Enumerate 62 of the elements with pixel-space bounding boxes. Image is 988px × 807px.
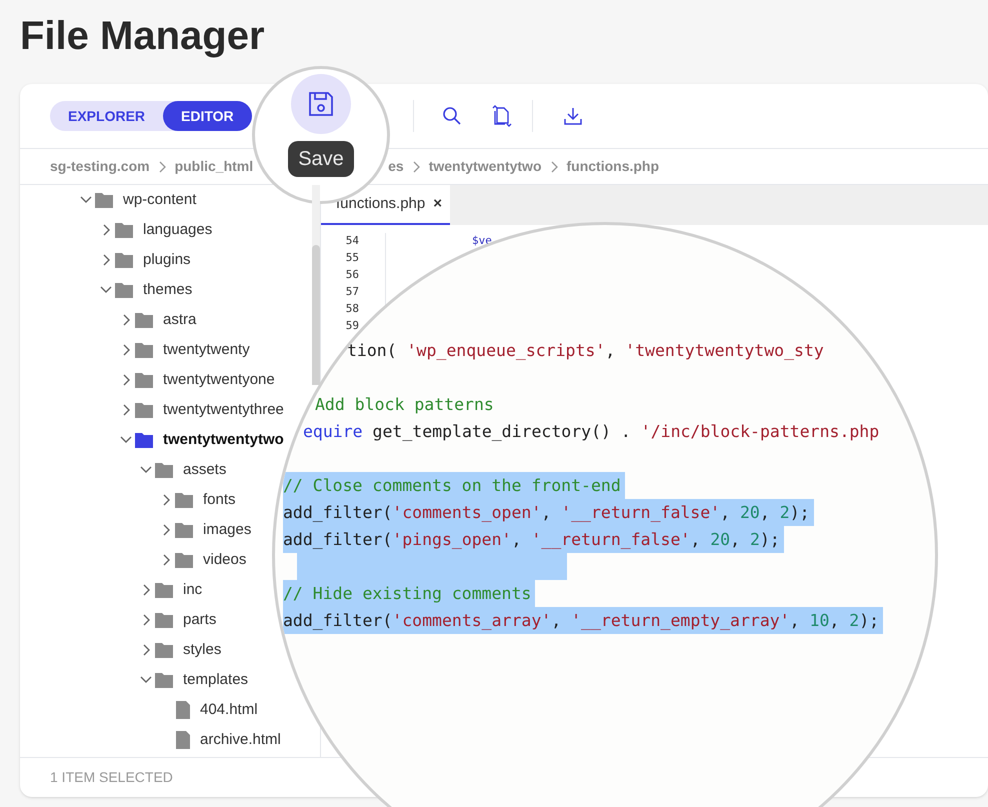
line-number: 57 bbox=[344, 284, 359, 300]
folder-icon bbox=[135, 342, 153, 358]
tree-item[interactable]: languages bbox=[20, 215, 212, 245]
tree-item[interactable]: images bbox=[20, 515, 252, 545]
folder-icon bbox=[155, 612, 173, 628]
folder-icon bbox=[175, 552, 193, 568]
scrollbar[interactable] bbox=[312, 185, 320, 385]
tree-item[interactable]: styles bbox=[20, 635, 222, 665]
download-icon bbox=[562, 106, 583, 126]
line-number: 54 bbox=[344, 233, 359, 250]
tree-item[interactable]: templates bbox=[20, 665, 248, 695]
line-number: 55 bbox=[344, 250, 359, 266]
folder-icon bbox=[155, 672, 173, 688]
code-line: Add block patterns bbox=[315, 394, 494, 416]
document-arrows-icon bbox=[492, 105, 512, 127]
folder-icon bbox=[155, 582, 173, 598]
tree-item[interactable]: plugins bbox=[20, 245, 191, 275]
save-button[interactable] bbox=[291, 74, 351, 134]
tree-item[interactable]: videos bbox=[20, 545, 246, 575]
line-number: 56 bbox=[344, 267, 359, 284]
file-icon bbox=[176, 701, 190, 719]
folder-icon bbox=[135, 372, 153, 388]
code-line: tion( 'wp_enqueue_scripts', 'twentytwentytwo_sty bbox=[347, 340, 824, 362]
tree-item[interactable]: inc bbox=[20, 575, 202, 605]
tree-item[interactable]: twentytwentythree bbox=[20, 395, 284, 425]
folder-icon bbox=[115, 252, 133, 268]
tree-item[interactable]: wp-content bbox=[20, 185, 196, 215]
tree-item[interactable]: twentytwentytwo bbox=[20, 425, 284, 455]
chevron-right-icon bbox=[412, 160, 421, 172]
close-button[interactable]: × bbox=[433, 192, 442, 216]
chevron-right-icon bbox=[158, 160, 167, 172]
folder-icon bbox=[155, 462, 173, 478]
folder-icon bbox=[95, 192, 113, 208]
folder-icon bbox=[135, 432, 153, 448]
folder-icon bbox=[135, 402, 153, 418]
chevron-right-icon bbox=[550, 160, 558, 172]
folder-icon bbox=[175, 492, 193, 508]
view-tab[interactable]: EDITOR bbox=[163, 101, 252, 131]
status-text: 1 ITEM SELECTED bbox=[50, 768, 173, 787]
page-title: File Manager bbox=[20, 13, 265, 60]
folder-icon bbox=[175, 522, 193, 538]
tree-item[interactable]: themes bbox=[20, 275, 192, 305]
view-tab[interactable]: EXPLORER bbox=[50, 101, 164, 131]
code-line: equire get_template_directory() . '/inc/block-patterns.php bbox=[303, 421, 880, 443]
folder-icon bbox=[115, 222, 133, 238]
tree-item[interactable]: twentytwentyone bbox=[20, 365, 275, 395]
tree-item[interactable]: assets bbox=[20, 455, 226, 485]
tree-item[interactable]: fonts bbox=[20, 485, 236, 515]
tree-item[interactable]: parts bbox=[20, 605, 216, 635]
line-number: 58 bbox=[344, 301, 359, 318]
copy-button[interactable] bbox=[490, 104, 514, 128]
save-tooltip: Save bbox=[288, 141, 354, 177]
search-icon bbox=[442, 106, 462, 126]
line-number: 59 bbox=[344, 318, 359, 334]
file-icon bbox=[176, 731, 190, 749]
tree-item[interactable]: astra bbox=[20, 305, 196, 335]
folder-icon bbox=[155, 642, 173, 658]
tree-item[interactable]: 404.html bbox=[20, 695, 258, 725]
folder-icon bbox=[115, 282, 133, 298]
folder-icon bbox=[135, 312, 153, 328]
tree-item[interactable]: twentytwenty bbox=[20, 335, 250, 365]
tree-item[interactable]: archive.html bbox=[20, 725, 281, 755]
